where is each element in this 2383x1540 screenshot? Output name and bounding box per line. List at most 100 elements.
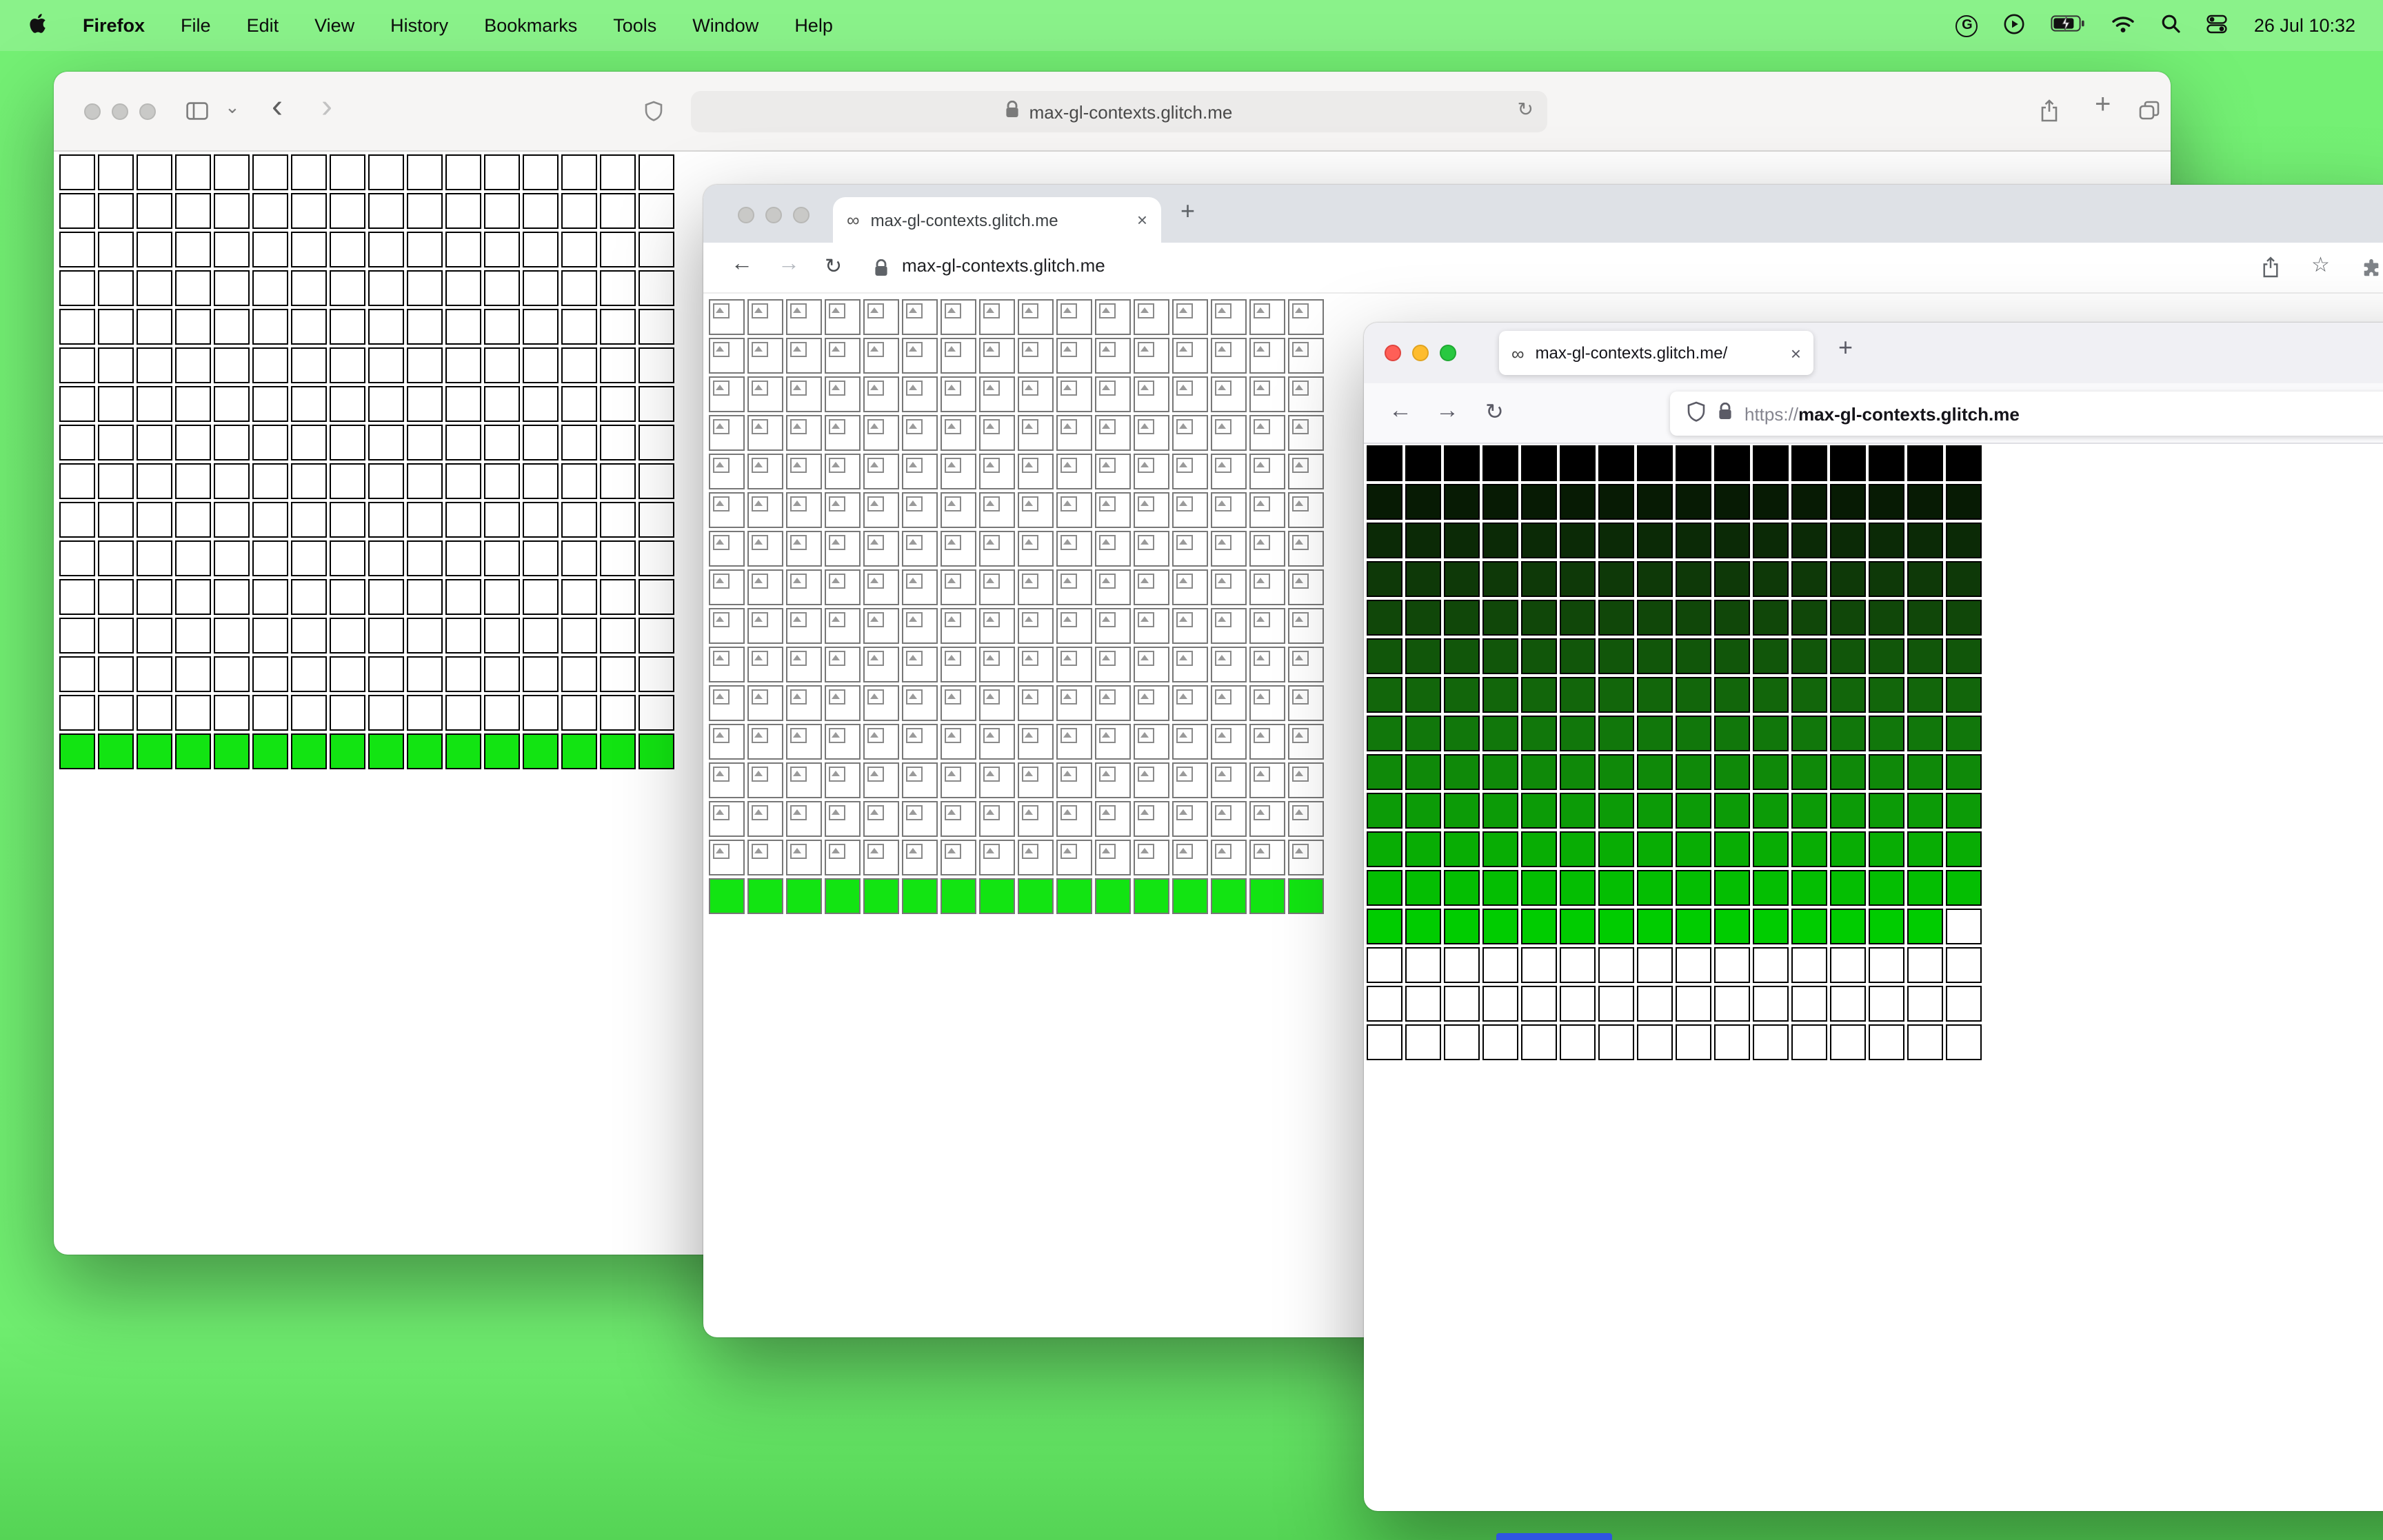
grid-cell [1907,600,1943,636]
grid-cell [214,386,250,422]
firefox-url-bar[interactable]: https://max-gl-contexts.glitch.me [1670,392,2383,436]
grid-cell [941,492,976,528]
grid-cell [175,733,211,769]
apple-menu-icon[interactable] [28,12,47,39]
bookmark-star-icon[interactable]: ☆ [2311,252,2330,277]
grid-cell [639,618,674,654]
close-window-button[interactable] [84,103,101,120]
grammarly-icon[interactable]: G [1955,14,1978,37]
grid-cell [1560,638,1596,674]
grid-cell [137,193,172,229]
lock-icon[interactable] [874,259,888,284]
menu-item-bookmarks[interactable]: Bookmarks [484,15,577,36]
menu-app-name[interactable]: Firefox [83,15,145,36]
back-icon[interactable]: ← [731,252,753,277]
grid-cell [1211,647,1247,682]
menu-item-help[interactable]: Help [794,15,833,36]
grid-cell [1869,870,1904,906]
spotlight-search-icon[interactable] [2162,14,2181,37]
grid-cell [709,376,745,412]
grid-cell [902,569,938,605]
new-tab-icon[interactable]: + [2095,90,2111,121]
grid-cell [600,656,636,692]
grid-cell [941,762,976,798]
sidebar-icon[interactable] [186,102,208,127]
zoom-window-button[interactable] [1440,345,1456,361]
grid-cell [1482,909,1518,944]
share-icon[interactable] [2262,256,2280,285]
control-center-icon[interactable] [2207,13,2228,38]
reload-icon[interactable]: ↻ [825,254,842,278]
grid-cell [1367,947,1402,983]
minimize-window-button[interactable] [1412,345,1429,361]
menu-item-file[interactable]: File [181,15,211,36]
reload-icon[interactable]: ↻ [1485,398,1504,426]
grid-cell [1753,831,1789,867]
close-window-button[interactable] [1385,345,1401,361]
menu-item-edit[interactable]: Edit [247,15,279,36]
grid-cell [825,878,861,914]
grid-cell [1637,445,1673,481]
grid-cell [1598,716,1634,751]
grid-cell [747,338,783,374]
grid-cell [1830,870,1866,906]
zoom-window-button[interactable] [793,207,810,223]
safari-url-bar[interactable]: max-gl-contexts.glitch.me ↻ [691,91,1547,132]
grid-cell [1134,492,1169,528]
menu-item-view[interactable]: View [314,15,354,36]
minimize-window-button[interactable] [112,103,128,120]
chevron-down-icon[interactable]: ⌄ [225,97,240,119]
menu-item-window[interactable]: Window [692,15,758,36]
chrome-active-tab[interactable]: ∞ max-gl-contexts.glitch.me × [833,197,1161,243]
back-icon[interactable]: ← [1389,397,1412,425]
grid-cell [1211,840,1247,875]
battery-charging-icon[interactable] [2051,15,2086,36]
new-tab-button[interactable]: + [1180,197,1195,226]
grid-cell [600,154,636,190]
chrome-tab-strip: ∞ max-gl-contexts.glitch.me × + [703,185,2383,243]
grid-cell [523,232,559,267]
grid-cell [1444,677,1480,713]
grid-cell [1018,801,1054,837]
back-icon[interactable]: ‹ [272,88,283,127]
grid-cell [1288,415,1324,451]
grid-cell [523,618,559,654]
tab-overview-icon[interactable] [2139,101,2160,127]
forward-icon[interactable]: → [1436,397,1459,425]
close-window-button[interactable] [738,207,754,223]
minimize-window-button[interactable] [765,207,782,223]
grid-cell [59,270,95,306]
grid-cell [330,618,365,654]
forward-icon[interactable]: → [778,252,800,277]
chrome-url-text[interactable]: max-gl-contexts.glitch.me [902,255,1105,276]
close-tab-icon[interactable]: × [1791,343,1801,363]
extensions-puzzle-icon[interactable] [2361,258,2382,285]
shield-icon[interactable] [644,101,663,128]
zoom-window-button[interactable] [139,103,156,120]
grid-cell [941,569,976,605]
grid-cell [1907,523,1943,558]
media-play-icon[interactable] [2004,13,2025,38]
share-icon[interactable] [2040,99,2059,130]
menu-item-history[interactable]: History [390,15,448,36]
close-tab-icon[interactable]: × [1137,210,1147,230]
grid-cell [1367,523,1402,558]
grid-cell [1946,831,1982,867]
grid-cell [368,193,404,229]
grid-cell [1095,454,1131,489]
tracking-shield-icon[interactable] [1687,401,1706,426]
firefox-active-tab[interactable]: ∞ max-gl-contexts.glitch.me/ × [1499,331,1813,375]
grid-cell [175,540,211,576]
forward-icon[interactable]: › [321,88,332,127]
lock-icon[interactable] [1718,402,1732,425]
menu-item-tools[interactable]: Tools [613,15,656,36]
grid-cell [59,656,95,692]
grid-cell [747,569,783,605]
grid-cell [1753,677,1789,713]
reload-icon[interactable]: ↻ [1518,98,1534,121]
grid-cell [1249,338,1285,374]
menubar-clock[interactable]: 26 Jul 10:32 [2254,15,2355,36]
grid-cell [137,425,172,460]
wifi-icon[interactable] [2112,14,2135,37]
new-tab-button[interactable]: + [1838,334,1853,363]
